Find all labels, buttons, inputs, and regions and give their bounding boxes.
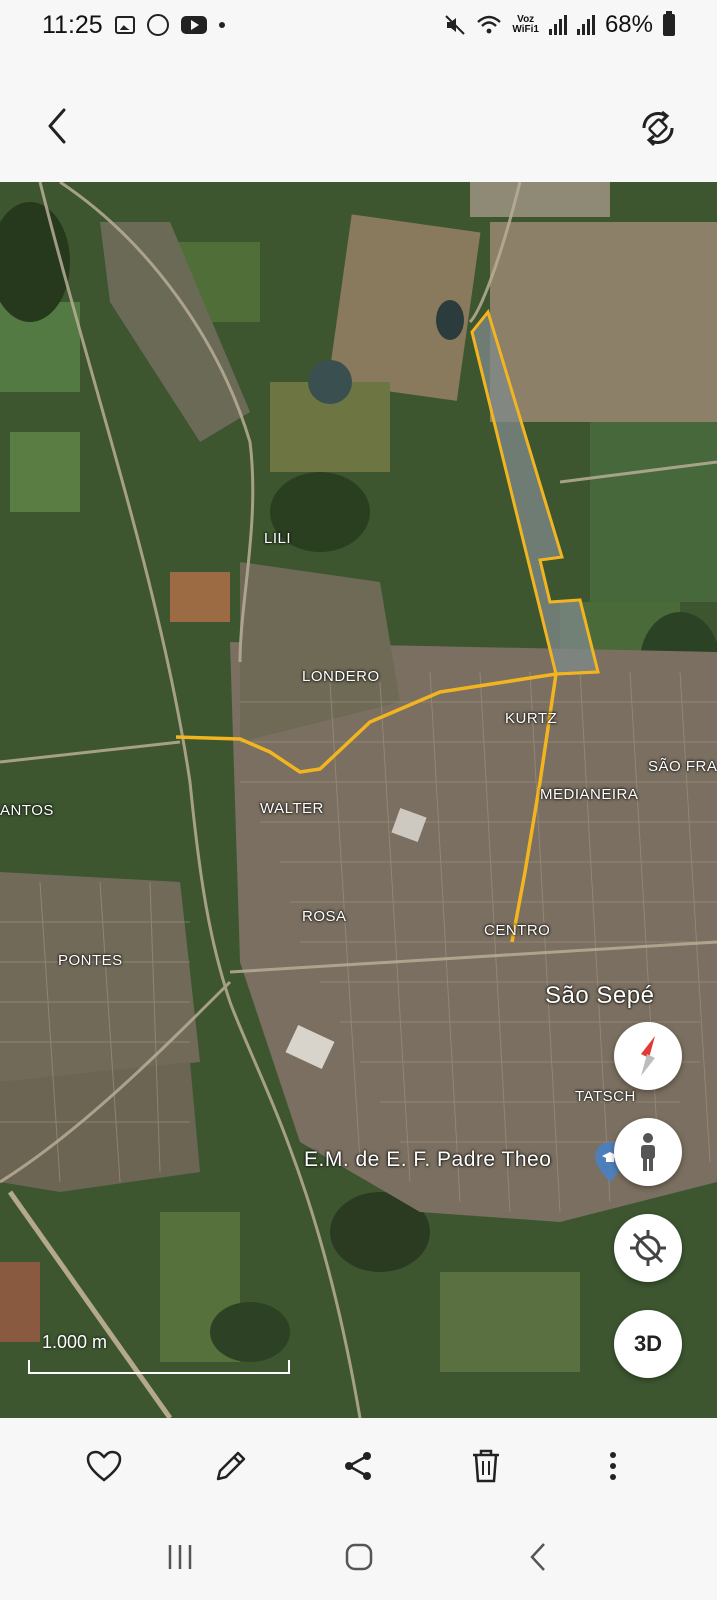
map-label-tatsch: TATSCH xyxy=(575,1088,636,1105)
map-label-walter: WALTER xyxy=(260,800,324,817)
battery-icon xyxy=(663,11,675,36)
gallery-icon xyxy=(114,16,135,34)
back-button[interactable] xyxy=(40,106,76,146)
signal-icon-2 xyxy=(576,15,595,35)
edit-button[interactable] xyxy=(206,1441,256,1491)
favorite-button[interactable] xyxy=(79,1441,129,1491)
home-icon xyxy=(345,1543,372,1571)
whatsapp-icon xyxy=(146,14,169,36)
chevron-left-icon xyxy=(48,108,66,144)
my-location-button[interactable] xyxy=(614,1214,682,1282)
battery-level: 68% xyxy=(604,11,653,38)
heart-icon xyxy=(86,1450,121,1482)
map-label-sao-fra: SÃO FRA xyxy=(648,758,717,775)
satellite-map[interactable]: LILI LONDERO KURTZ SÃO FRA MEDIANEIRA AN… xyxy=(0,182,717,1418)
trash-icon xyxy=(472,1449,499,1483)
three-d-button[interactable]: 3D xyxy=(614,1310,682,1378)
mute-icon xyxy=(445,15,466,35)
more-vertical-icon xyxy=(610,1452,617,1480)
map-label-centro: CENTRO xyxy=(484,922,551,939)
voz-wifi-indicator: Voz WiFi1 xyxy=(512,14,539,35)
system-nav-bar xyxy=(0,1514,717,1600)
signal-icon xyxy=(548,15,567,35)
more-notifications-icon xyxy=(218,22,225,28)
status-time: 11:25 xyxy=(42,10,103,39)
delete-button[interactable] xyxy=(461,1441,511,1491)
status-bar: 11:25 Voz WiFi1 68% xyxy=(0,0,717,50)
compass-icon xyxy=(641,1036,655,1076)
map-label-antos: ANTOS xyxy=(0,802,54,819)
bottom-action-bar xyxy=(0,1418,717,1514)
pencil-icon xyxy=(216,1451,246,1481)
map-label-school[interactable]: E.M. de E. F. Padre Theo xyxy=(304,1148,551,1172)
youtube-icon xyxy=(180,16,207,34)
share-icon xyxy=(345,1452,372,1480)
rotate-icon xyxy=(642,110,674,147)
map-label-pontes: PONTES xyxy=(58,952,123,969)
auto-rotate-button[interactable] xyxy=(636,106,680,150)
back-icon xyxy=(529,1543,545,1571)
nav-back-button[interactable] xyxy=(518,1537,558,1577)
top-app-bar xyxy=(0,50,717,182)
recents-icon xyxy=(168,1545,191,1569)
location-off-icon xyxy=(630,1230,666,1266)
more-options-button[interactable] xyxy=(588,1441,638,1491)
street-view-button[interactable] xyxy=(614,1118,682,1186)
person-icon xyxy=(641,1133,655,1171)
map-label-londero: LONDERO xyxy=(302,668,380,685)
scale-label: 1.000 m xyxy=(42,1332,108,1352)
map-label-rosa: ROSA xyxy=(302,908,347,925)
recents-button[interactable] xyxy=(160,1537,200,1577)
scale-bar xyxy=(28,1360,290,1374)
map-label-medianeira: MEDIANEIRA xyxy=(540,786,639,803)
compass-button[interactable] xyxy=(614,1022,682,1090)
map-label-lili: LILI xyxy=(264,530,292,547)
map-label-kurtz: KURTZ xyxy=(505,710,558,727)
share-button[interactable] xyxy=(333,1441,383,1491)
wifi-icon xyxy=(477,15,502,34)
map-label-city[interactable]: São Sepé xyxy=(545,982,654,1010)
home-button[interactable] xyxy=(339,1537,379,1577)
